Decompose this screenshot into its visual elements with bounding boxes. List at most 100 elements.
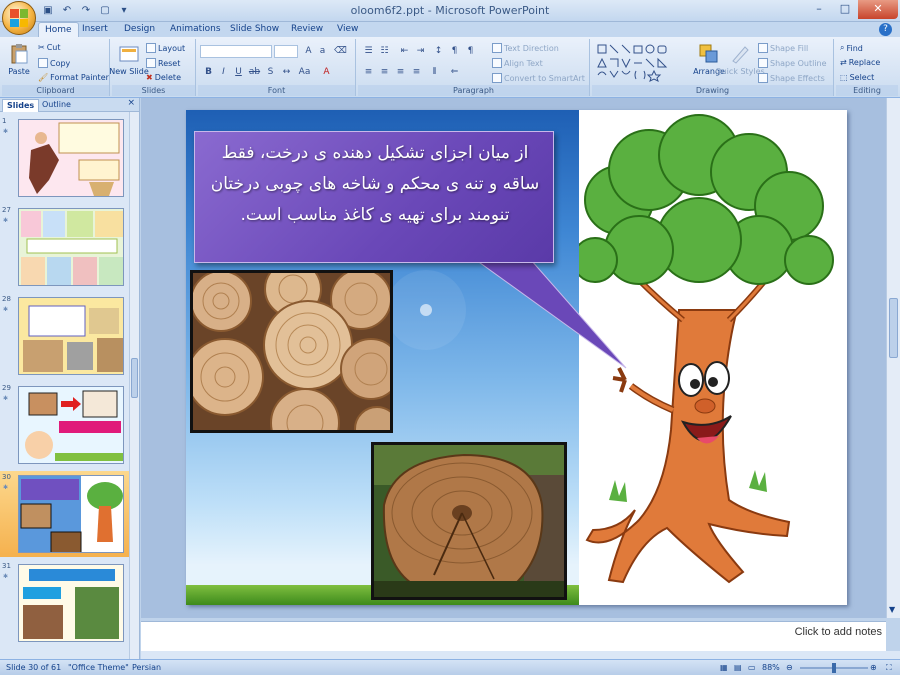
office-logo-icon xyxy=(10,9,28,27)
shrink-font-icon[interactable]: a xyxy=(316,45,329,58)
decrease-indent-icon[interactable]: ⇤ xyxy=(398,45,411,58)
thumbnail-image xyxy=(18,208,124,286)
tab-home[interactable]: Home xyxy=(38,22,79,37)
log-ends-photo[interactable] xyxy=(190,270,393,433)
notes-pane[interactable]: Click to add notes xyxy=(141,621,886,651)
font-name-select[interactable] xyxy=(200,45,272,58)
increase-indent-icon[interactable]: ⇥ xyxy=(414,45,427,58)
replace-button[interactable]: ⇄ Replace xyxy=(840,58,880,67)
select-button[interactable]: ⬚ Select xyxy=(840,73,874,82)
text-direction-icon xyxy=(492,43,502,53)
tab-animations[interactable]: Animations xyxy=(164,22,227,37)
title-bar: ▣ ↶ ↷ ▢ ▾ oloom6f2.ppt - Microsoft Power… xyxy=(0,0,900,22)
slide-thumbnail[interactable]: 1 ✱ xyxy=(0,115,130,201)
zoom-slider-handle[interactable] xyxy=(832,663,836,673)
align-right-icon[interactable]: ≡ xyxy=(394,66,407,79)
slide-show-icon[interactable]: ▭ xyxy=(748,663,756,672)
close-icon[interactable]: ✕ xyxy=(858,0,898,19)
line-spacing-icon[interactable]: ↕ xyxy=(432,45,445,58)
char-spacing-icon[interactable]: ↔ xyxy=(280,66,293,79)
font-size-select[interactable] xyxy=(274,45,298,58)
ribbon: Paste ✂ Cut Copy 🖌 Format Painter Clipboar… xyxy=(0,37,900,98)
zoom-out-icon[interactable]: ⊖ xyxy=(786,663,793,672)
delete-button[interactable]: ✖ Delete xyxy=(146,73,181,82)
copy-button[interactable]: Copy xyxy=(38,58,70,68)
slide-thumbnail[interactable]: 28 ✱ xyxy=(0,293,130,379)
office-button[interactable] xyxy=(2,1,36,35)
fit-to-window-icon[interactable]: ⛶ xyxy=(886,663,892,673)
thumbnail-image xyxy=(18,386,124,464)
new-slide-button[interactable]: New Slide xyxy=(109,43,149,76)
bold-icon[interactable]: B xyxy=(202,66,215,79)
status-bar: Slide 30 of 61 "Office Theme" Persian ▦ … xyxy=(0,659,900,675)
animation-icon: ✱ xyxy=(3,573,9,580)
italic-icon[interactable]: I xyxy=(217,66,230,79)
shape-fill-button[interactable]: Shape Fill xyxy=(758,43,808,53)
align-text-button[interactable]: Align Text xyxy=(492,58,543,68)
layout-button[interactable]: Layout xyxy=(146,43,185,53)
quick-styles-button[interactable]: Quick Styles xyxy=(715,43,765,76)
tab-slide-show[interactable]: Slide Show xyxy=(224,22,285,37)
tab-outline-panel[interactable]: Outline xyxy=(38,99,75,112)
slide-thumbnail[interactable]: 27 ✱ xyxy=(0,204,130,290)
tab-view[interactable]: View xyxy=(331,22,364,37)
notes-scrollbar[interactable] xyxy=(141,651,900,659)
main-scroll-thumb[interactable] xyxy=(889,298,898,358)
zoom-level[interactable]: 88% xyxy=(762,663,780,672)
slide-thumbnail-selected[interactable]: 30 ✱ xyxy=(0,471,130,557)
window-title: oloom6f2.ppt - Microsoft PowerPoint xyxy=(350,4,550,17)
main-scrollbar[interactable]: ▼ xyxy=(886,98,900,618)
underline-icon[interactable]: U xyxy=(232,66,245,79)
strikethrough-icon[interactable]: ab xyxy=(248,66,261,79)
editing-group: ⌕ Find ⇄ Replace ⬚ Select Editing xyxy=(836,39,898,96)
panel-scrollbar[interactable] xyxy=(129,112,139,659)
tab-slides-panel[interactable]: Slides xyxy=(2,99,40,112)
tab-review[interactable]: Review xyxy=(285,22,329,37)
tab-insert[interactable]: Insert xyxy=(76,22,114,37)
reset-button[interactable]: Reset xyxy=(146,58,180,68)
bullets-icon[interactable]: ☰ xyxy=(362,45,375,58)
zoom-in-icon[interactable]: ⊕ xyxy=(870,663,877,672)
paste-button[interactable]: Paste xyxy=(6,43,32,76)
rtl-icon[interactable]: ¶ xyxy=(464,45,477,58)
help-icon[interactable]: ? xyxy=(879,23,892,36)
shape-outline-button[interactable]: Shape Outline xyxy=(758,58,827,68)
tree-stump-photo[interactable] xyxy=(371,442,567,600)
font-color-icon[interactable]: A xyxy=(320,66,333,79)
callout-box[interactable]: از میان اجزای تشکیل دهنده ی درخت، فقط سا… xyxy=(194,131,554,263)
maximize-icon[interactable]: □ xyxy=(832,0,858,19)
slide[interactable]: از میان اجزای تشکیل دهنده ی درخت، فقط سا… xyxy=(186,110,847,605)
shapes-gallery-icon[interactable] xyxy=(596,43,686,83)
align-center-icon[interactable]: ≡ xyxy=(378,66,391,79)
language-indicator[interactable]: Persian xyxy=(132,663,161,672)
justify-icon[interactable]: ≡ xyxy=(410,66,423,79)
clear-format-icon[interactable]: ⌫ xyxy=(334,45,347,58)
format-painter-button[interactable]: 🖌 Format Painter xyxy=(38,73,109,82)
next-slide-icon[interactable]: ▼ xyxy=(889,605,895,614)
columns-icon[interactable]: ⫴ xyxy=(428,66,441,79)
ltr-icon[interactable]: ¶ xyxy=(448,45,461,58)
tab-design[interactable]: Design xyxy=(118,22,161,37)
close-icon[interactable]: × xyxy=(127,98,135,108)
find-button[interactable]: ⌕ Find xyxy=(840,43,863,53)
change-case-icon[interactable]: Aa xyxy=(298,66,311,79)
convert-smartart-button[interactable]: Convert to SmartArt xyxy=(492,73,585,83)
align-text-icon xyxy=(492,58,502,68)
slide-thumbnail[interactable]: 31 ✱ xyxy=(0,560,130,646)
cartoon-tree-illustration[interactable] xyxy=(579,110,847,605)
shape-effects-button[interactable]: Shape Effects xyxy=(758,73,825,83)
theme-name: "Office Theme" xyxy=(68,663,129,672)
rtl-align-icon[interactable]: ⇐ xyxy=(448,66,461,79)
clipboard-group: Paste ✂ Cut Copy 🖌 Format Painter Clipboar… xyxy=(2,39,110,96)
text-direction-button[interactable]: Text Direction xyxy=(492,43,559,53)
shadow-icon[interactable]: S xyxy=(264,66,277,79)
normal-view-icon[interactable]: ▦ xyxy=(720,663,728,672)
minimize-icon[interactable]: – xyxy=(806,0,832,19)
slide-thumbnail[interactable]: 29 ✱ xyxy=(0,382,130,468)
numbering-icon[interactable]: ☷ xyxy=(378,45,391,58)
panel-scroll-thumb[interactable] xyxy=(131,358,138,398)
grow-font-icon[interactable]: A xyxy=(302,45,315,58)
slide-sorter-icon[interactable]: ▤ xyxy=(734,663,742,672)
cut-button[interactable]: ✂ Cut xyxy=(38,43,61,52)
align-left-icon[interactable]: ≡ xyxy=(362,66,375,79)
